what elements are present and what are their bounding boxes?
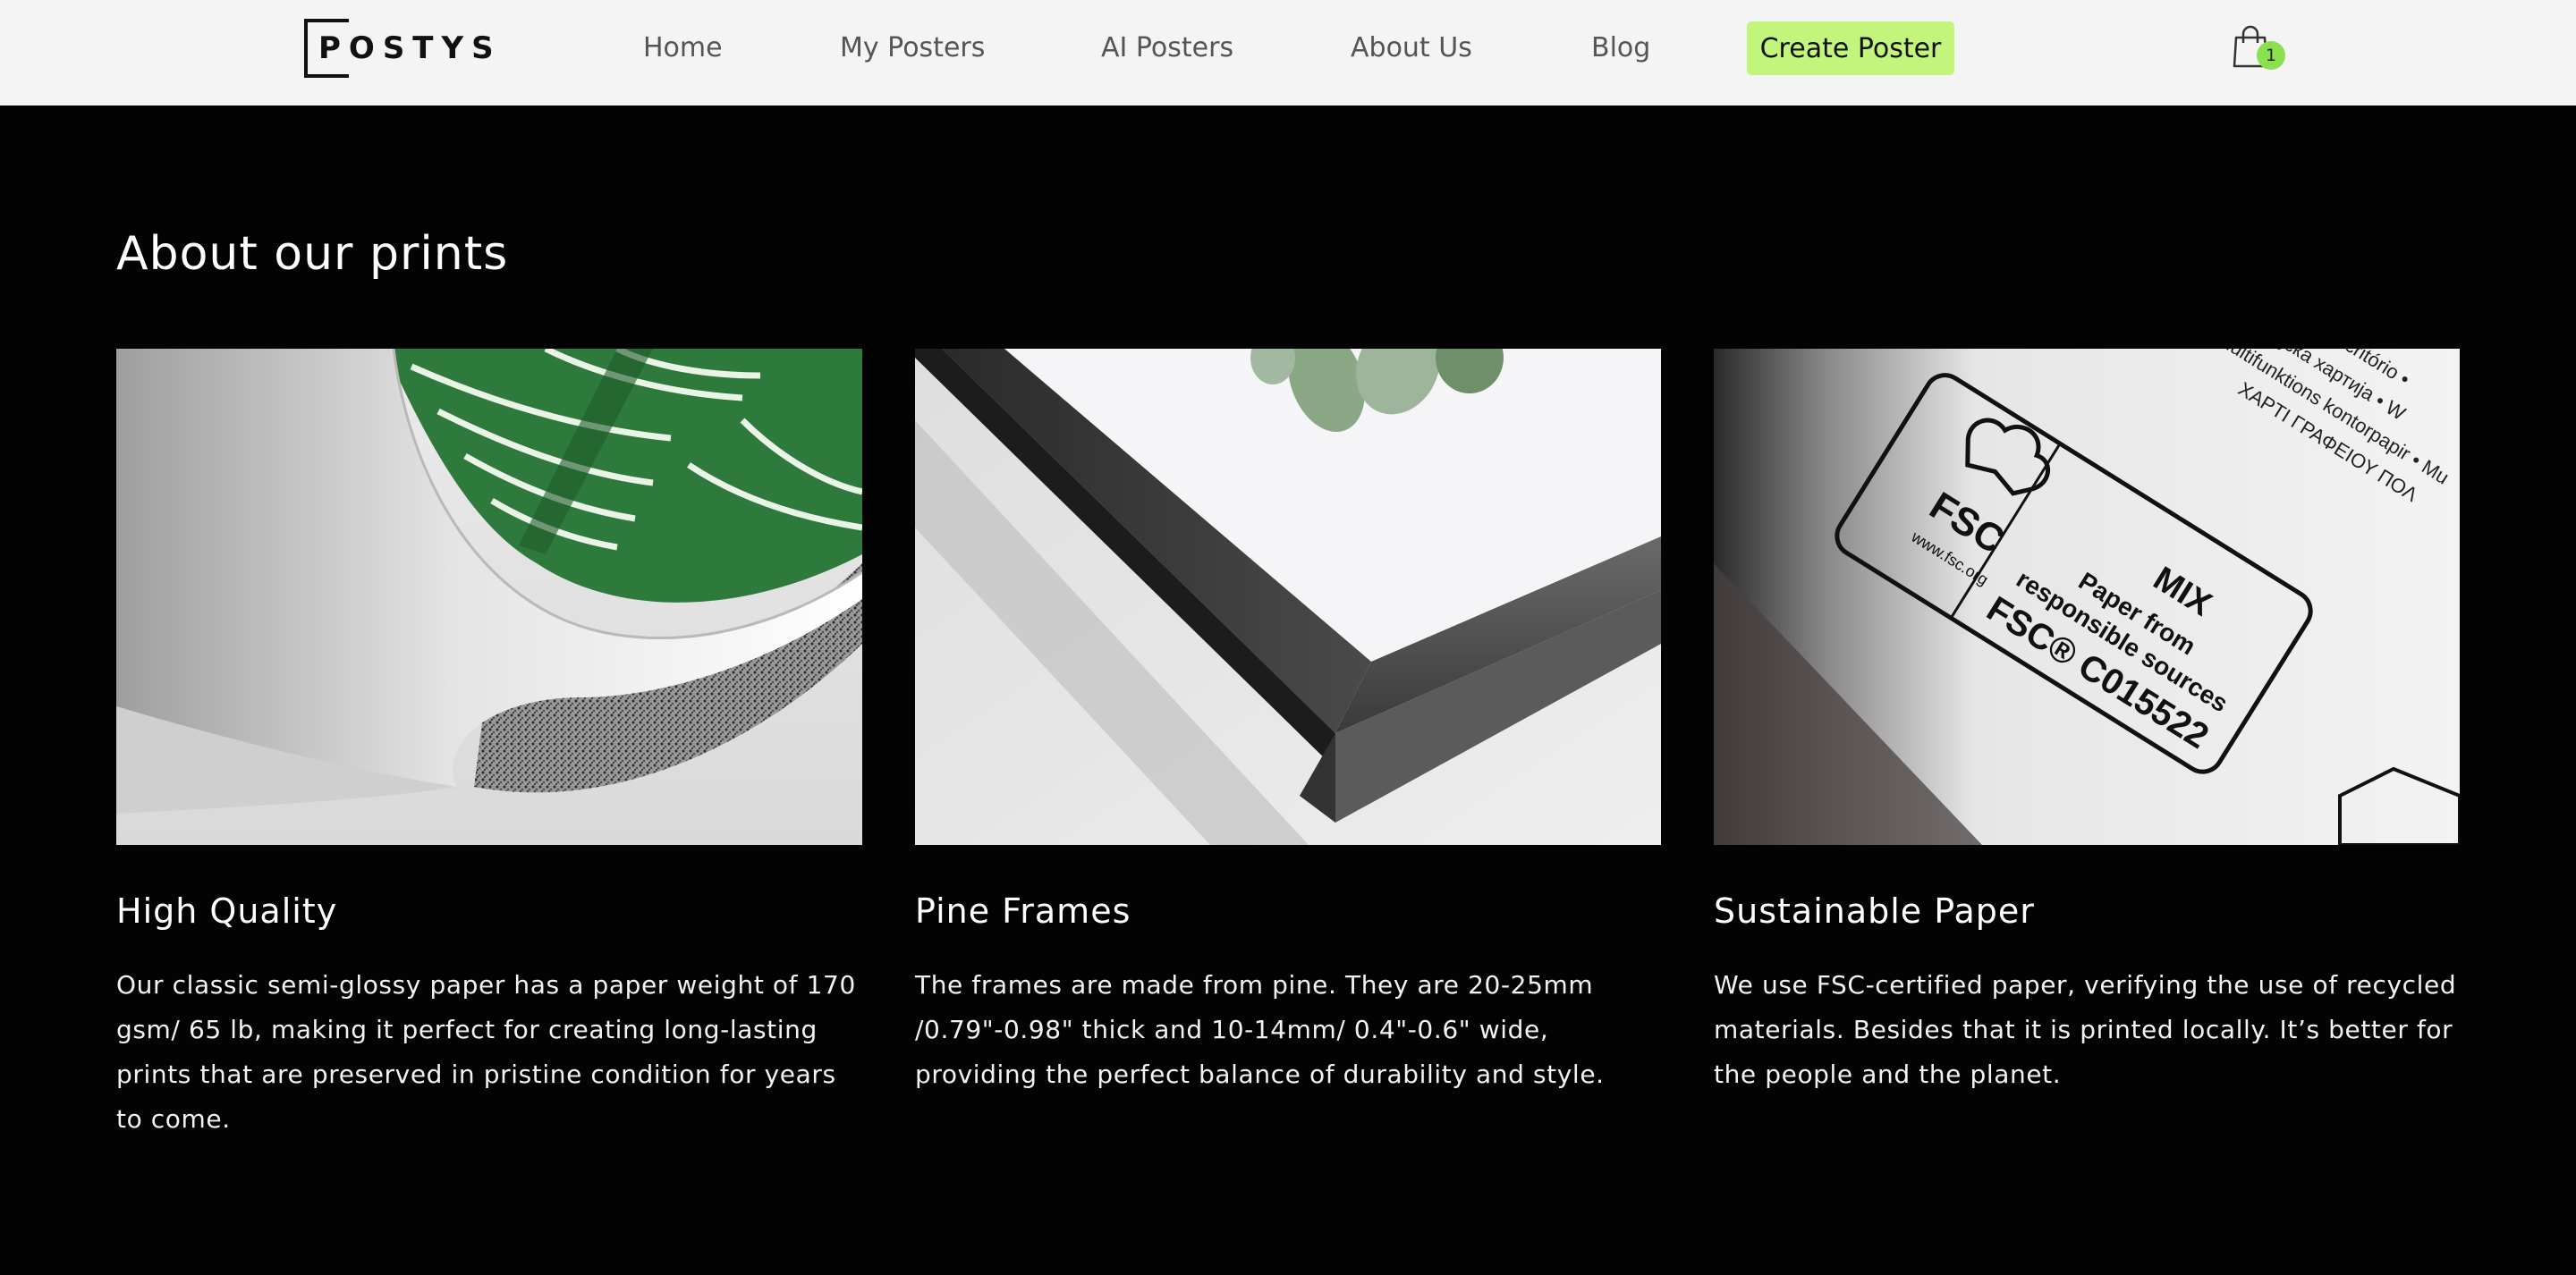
card-high-quality: High Quality Our classic semi-glossy pap… xyxy=(116,349,862,1142)
card-text: We use FSC-certified paper, verifying th… xyxy=(1714,970,2457,1089)
nav-ai-posters[interactable]: AI Posters xyxy=(1101,32,1233,63)
card-sustainable-paper: FSC www.fsc.org MIX Paper from responsib… xyxy=(1714,349,2460,1097)
card-title: Pine Frames xyxy=(915,891,1131,931)
create-poster-button[interactable]: Create Poster xyxy=(1747,21,1954,75)
card-title: Sustainable Paper xyxy=(1714,891,2035,931)
logo-text: POSTYS xyxy=(318,30,502,66)
section-title: About our prints xyxy=(116,227,509,281)
nav-my-posters[interactable]: My Posters xyxy=(840,32,985,63)
paper-curl-image xyxy=(116,349,862,845)
cart-count-badge: 1 xyxy=(2257,41,2285,70)
cart-button[interactable]: 1 xyxy=(2231,25,2285,75)
fsc-label-image: FSC www.fsc.org MIX Paper from responsib… xyxy=(1714,349,2460,845)
card-pine-frames: Pine Frames The frames are made from pin… xyxy=(915,349,1661,1097)
card-title: High Quality xyxy=(116,891,338,931)
site-header: POSTYS Home My Posters AI Posters About … xyxy=(0,0,2576,106)
frame-corner-image xyxy=(915,349,1661,845)
card-text: The frames are made from pine. They are … xyxy=(915,970,1605,1089)
logo[interactable]: POSTYS xyxy=(304,19,502,78)
nav-about-us[interactable]: About Us xyxy=(1351,32,1472,63)
card-text: Our classic semi-glossy paper has a pape… xyxy=(116,970,856,1134)
nav-blog[interactable]: Blog xyxy=(1591,32,1650,63)
nav-home[interactable]: Home xyxy=(643,32,723,63)
